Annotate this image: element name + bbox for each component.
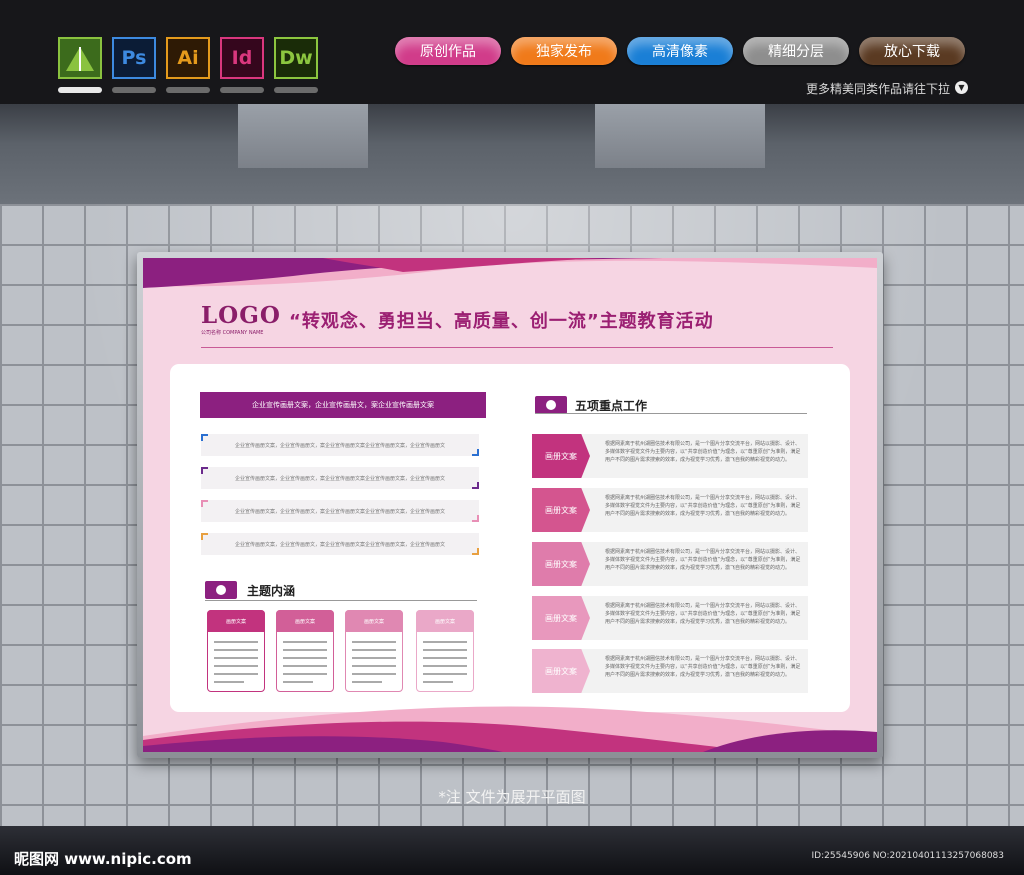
list-item: 企业宣传画册文案，企业宣传画册文，案企业宣传画册文案企业宣传画册文案，企业宣传画… bbox=[201, 467, 479, 489]
work-item: 画册文案 根据网素离于杭州湖圈信技术有限公司，是一个图片分享交流平台，网站以摄影… bbox=[532, 542, 808, 586]
card-header: 画册文案 bbox=[345, 610, 403, 632]
card-header: 画册文案 bbox=[207, 610, 265, 632]
tab-indicator bbox=[112, 87, 156, 93]
corner-mark bbox=[201, 434, 208, 441]
work-item: 画册文案 根据网素离于杭州湖圈信技术有限公司，是一个图片分享交流平台，网站以摄影… bbox=[532, 488, 808, 532]
site-watermark: 昵图网 www.nipic.com bbox=[14, 850, 192, 868]
tab-indicator bbox=[220, 87, 264, 93]
section-title-themes: 主题内涵 bbox=[247, 584, 296, 598]
work-description: 根据网素离于杭州湖圈信技术有限公司，是一个图片分享交流平台，网站以摄影、设计、多… bbox=[605, 603, 801, 625]
coreldraw-icon[interactable] bbox=[58, 37, 102, 79]
indesign-icon[interactable]: Id bbox=[220, 37, 264, 79]
list-item: 企业宣传画册文案，企业宣传画册文，案企业宣传画册文案企业宣传画册文案，企业宣传画… bbox=[201, 434, 479, 456]
section-divider bbox=[535, 413, 807, 414]
work-description: 根据网素离于杭州湖圈信技术有限公司，是一个图片分享交流平台，网站以摄影、设计、多… bbox=[605, 656, 801, 678]
tab-indicator bbox=[274, 87, 318, 93]
section-badge-icon bbox=[535, 396, 567, 414]
photoshop-icon[interactable]: Ps bbox=[112, 37, 156, 79]
fine-layers-button[interactable]: 精细分层 bbox=[743, 37, 849, 65]
image-id-line: ID:25545906 NO:20210401113257068083 bbox=[811, 851, 1005, 861]
work-tag: 画册文案 bbox=[532, 434, 590, 478]
work-tag: 画册文案 bbox=[532, 596, 590, 640]
work-tag: 画册文案 bbox=[532, 488, 590, 532]
ceiling bbox=[0, 104, 1024, 204]
work-tag: 画册文案 bbox=[532, 542, 590, 586]
section-title-key-work: 五项重点工作 bbox=[575, 399, 648, 413]
tab-indicator bbox=[166, 87, 210, 93]
theme-card: 画册文案 bbox=[345, 610, 403, 692]
work-description: 根据网素离于杭州湖圈信技术有限公司，是一个图片分享交流平台，网站以摄影、设计、多… bbox=[605, 549, 801, 571]
corner-mark bbox=[472, 515, 479, 522]
company-name: 公司名称 COMPANY NAME bbox=[201, 330, 264, 336]
billboard-poster: LOGO 公司名称 COMPANY NAME “转观念、勇担当、高质量、创一流”… bbox=[143, 258, 877, 752]
work-item: 画册文案 根据网素离于杭州湖圈信技术有限公司，是一个图片分享交流平台，网站以摄影… bbox=[532, 434, 808, 478]
exclusive-release-button[interactable]: 独家发布 bbox=[511, 37, 617, 65]
safe-download-button[interactable]: 放心下载 bbox=[859, 37, 965, 65]
pen-nib-icon bbox=[66, 47, 94, 71]
theme-card: 画册文案 bbox=[276, 610, 334, 692]
original-work-button[interactable]: 原创作品 bbox=[395, 37, 501, 65]
left-banner: 企业宣传画册文案，企业宣传画册文，案企业宣传画册文案 bbox=[200, 392, 486, 418]
logo: LOGO bbox=[201, 302, 281, 329]
illustrator-icon[interactable]: Ai bbox=[166, 37, 210, 79]
ceiling-beam bbox=[238, 104, 368, 168]
work-description: 根据网素离于杭州湖圈信技术有限公司，是一个图片分享交流平台，网站以摄影、设计、多… bbox=[605, 441, 801, 463]
list-item: 企业宣传画册文案，企业宣传画册文，案企业宣传画册文案企业宣传画册文案，企业宣传画… bbox=[201, 500, 479, 522]
corner-mark bbox=[201, 533, 208, 540]
dreamweaver-icon[interactable]: Dw bbox=[274, 37, 318, 79]
section-divider bbox=[205, 600, 477, 601]
work-description: 根据网素离于杭州湖圈信技术有限公司，是一个图片分享交流平台，网站以摄影、设计、多… bbox=[605, 495, 801, 517]
poster-title: “转观念、勇担当、高质量、创一流”主题教育活动 bbox=[289, 311, 714, 332]
list-item: 企业宣传画册文案，企业宣传画册文，案企业宣传画册文案企业宣传画册文案，企业宣传画… bbox=[201, 533, 479, 555]
active-indicator bbox=[58, 87, 102, 93]
corner-mark bbox=[201, 467, 208, 474]
work-item: 画册文案 根据网素离于杭州湖圈信技术有限公司，是一个图片分享交流平台，网站以摄影… bbox=[532, 649, 808, 693]
top-wave-decoration bbox=[143, 258, 877, 288]
corner-mark bbox=[201, 500, 208, 507]
corner-mark bbox=[472, 548, 479, 555]
work-item: 画册文案 根据网素离于杭州湖圈信技术有限公司，是一个图片分享交流平台，网站以摄影… bbox=[532, 596, 808, 640]
bottom-wave-decoration bbox=[143, 706, 877, 752]
title-divider bbox=[201, 347, 833, 348]
corner-mark bbox=[472, 449, 479, 456]
top-bar: Ps Ai Id Dw 原创作品 独家发布 高清像素 精细分层 放心下载 更多精… bbox=[0, 0, 1024, 104]
card-header: 画册文案 bbox=[416, 610, 474, 632]
section-badge-icon bbox=[205, 581, 237, 599]
theme-card: 画册文案 bbox=[416, 610, 474, 692]
hd-pixels-button[interactable]: 高清像素 bbox=[627, 37, 733, 65]
theme-card: 画册文案 bbox=[207, 610, 265, 692]
card-header: 画册文案 bbox=[276, 610, 334, 632]
scroll-hint-link[interactable]: 更多精美同类作品请往下拉 bbox=[806, 80, 950, 97]
work-tag: 画册文案 bbox=[532, 649, 590, 693]
chevron-down-icon[interactable]: ▼ bbox=[955, 81, 968, 94]
footnote: *注 文件为展开平面图 bbox=[438, 788, 586, 806]
ceiling-beam bbox=[595, 104, 765, 168]
corner-mark bbox=[472, 482, 479, 489]
